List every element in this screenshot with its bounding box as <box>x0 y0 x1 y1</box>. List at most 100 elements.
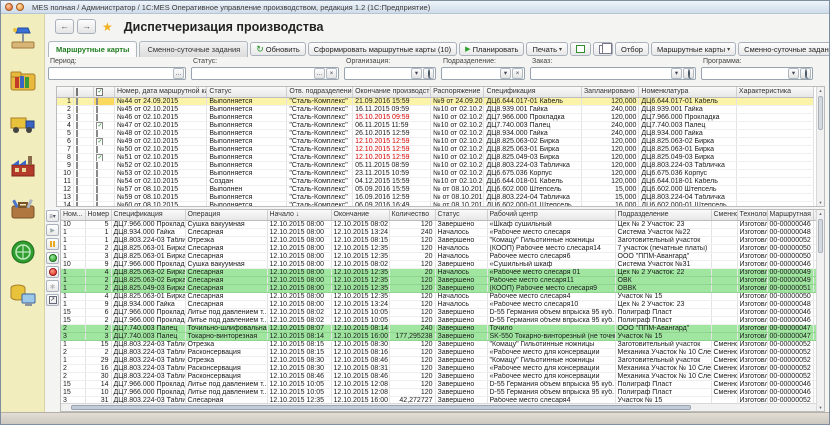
tech-process-cell[interactable]: Изготовлен... <box>737 244 767 252</box>
number-cell[interactable]: 1 <box>61 252 85 260</box>
status-cell[interactable]: Выполняется <box>207 145 287 153</box>
ellipsis-button[interactable]: ... <box>314 68 325 79</box>
specification-cell[interactable]: ДЦ8.825.063-01 Бирка <box>484 145 582 153</box>
checkbox-cell[interactable] <box>73 201 94 207</box>
table-row[interactable]: 22ДЦ7.740.003 ПалецТочильно-шлифовальная… <box>61 324 825 332</box>
specification-cell[interactable]: ДЦ7.966.000 Прокладка <box>111 380 185 388</box>
planned-qty-cell[interactable]: 120,000 <box>581 161 638 169</box>
department-cell[interactable]: Полиграф Пласт <box>615 308 711 316</box>
status-cell[interactable]: Выполняется <box>207 113 287 121</box>
column-header[interactable]: Распоряжение <box>431 87 484 97</box>
table-row[interactable]: 109ДЦ7.966.000 ПрокладкаСушка вакуумная1… <box>61 260 825 268</box>
start-cell[interactable]: 12.10.2015 08:00 <box>267 236 331 244</box>
planned-qty-cell[interactable]: 240,000 <box>581 129 638 137</box>
dropdown-button[interactable]: ▾ <box>500 68 511 79</box>
checkbox[interactable] <box>76 162 78 170</box>
tech-process-cell[interactable]: Изготовлен... <box>737 308 767 316</box>
department-cell[interactable]: "Сталь-Комплекс" <box>287 177 353 185</box>
op-number-cell[interactable]: 2 <box>85 284 111 292</box>
department-cell[interactable]: Цех № 2 Участок: 23 <box>615 220 711 228</box>
status-cell[interactable]: Выполняется <box>207 169 287 177</box>
qty-cell[interactable]: 120 <box>389 364 435 372</box>
settings-button[interactable]: ∗ <box>46 280 59 292</box>
planned-qty-cell[interactable]: 15,000 <box>581 193 638 201</box>
table-row[interactable]: 152ДЦ7.966.000 ПрокладкаЛитье под давлен… <box>61 316 825 324</box>
start-cell[interactable]: 12.10.2015 08:15 <box>267 348 331 356</box>
view-mode-button[interactable]: ≡▾ <box>46 210 59 222</box>
column-header[interactable]: Запланировано <box>581 87 638 97</box>
start-cell[interactable]: 12.10.2015 08:00 <box>267 268 331 276</box>
card-number-cell[interactable]: №57 от 08.10.2015 <box>114 185 206 193</box>
checkbox[interactable] <box>96 162 98 170</box>
planned-qty-cell[interactable]: 120,000 <box>581 177 638 185</box>
op-number-cell[interactable]: 2 <box>85 324 111 332</box>
organization-field-input[interactable]: ▾ <box>344 67 436 80</box>
start-cell[interactable]: 12.10.2015 08:02 <box>267 316 331 324</box>
order-cell[interactable]: №10 от 02.10.2015 <box>431 113 484 121</box>
shift-task-cell[interactable] <box>711 308 737 316</box>
department-cell[interactable]: Механика Участок № 10 Слесарный уча... <box>615 372 711 380</box>
characteristic-cell[interactable] <box>736 201 813 207</box>
end-cell[interactable]: 12.10.2015 12:35 <box>331 276 389 284</box>
back-button[interactable]: ← <box>55 19 74 34</box>
specification-cell[interactable]: ДЦ6.602.000 Штепсель <box>484 185 582 193</box>
number-cell[interactable]: 10 <box>61 260 85 268</box>
checkbox-cell[interactable]: ✓ <box>94 153 115 161</box>
characteristic-cell[interactable] <box>736 137 813 145</box>
row-number-cell[interactable]: 6 <box>57 137 73 145</box>
specification-cell[interactable]: ДЦ8.934.000 Гайка <box>111 228 185 236</box>
card-number-cell[interactable]: №46 от 02.10.2015 <box>114 113 206 121</box>
sidebar-item-tools[interactable] <box>7 194 39 224</box>
work-center-cell[interactable]: (КООП) Рабочее место слесаря14 <box>487 244 615 252</box>
tech-process-cell[interactable]: Изготовлен... <box>737 316 767 324</box>
status-cell[interactable]: Выполняется <box>207 129 287 137</box>
checkbox[interactable] <box>76 178 78 186</box>
specification-cell[interactable]: ДЦ8.803.224-04 Табличка <box>484 193 582 201</box>
department-cell[interactable]: "Сталь-Комплекс" <box>287 169 353 177</box>
specification-cell[interactable]: ДЦ8.825.063-01 Бирка <box>111 292 185 300</box>
checkbox-cell[interactable] <box>94 145 115 153</box>
production-end-cell[interactable]: 21.09.2016 15:59 <box>353 97 431 105</box>
row-number-cell[interactable]: 8 <box>57 153 73 161</box>
status-cell[interactable]: Началось <box>435 244 487 252</box>
specification-cell[interactable]: ДЦ8.803.224-03 Табличка <box>111 372 185 380</box>
number-cell[interactable]: 1 <box>61 268 85 276</box>
specification-cell[interactable]: ДЦ8.825.063-02 Бирка <box>111 276 185 284</box>
department-cell[interactable]: Участок № 15 <box>615 292 711 300</box>
checkbox-cell[interactable] <box>94 105 115 113</box>
nomenclature-cell[interactable]: ДЦ8.825.063-02 Бирка <box>639 137 737 145</box>
nomenclature-cell[interactable]: ДЦ8.803.224-03 Табличка <box>639 161 737 169</box>
work-center-cell[interactable]: (КООП) Рабочее место слесаря9 <box>487 284 615 292</box>
production-end-cell[interactable]: 15.10.2015 09:59 <box>353 113 431 121</box>
qty-cell[interactable]: 120 <box>389 292 435 300</box>
planned-qty-cell[interactable]: 16,000 <box>581 201 638 207</box>
work-center-cell[interactable]: "Комацу" Гильотинные ножницы <box>487 356 615 364</box>
shift-task-cell[interactable]: Сменно-сут... <box>711 380 737 388</box>
qty-cell[interactable]: 120 <box>389 316 435 324</box>
specification-cell[interactable]: ДЦ8.939.001 Гайка <box>484 105 582 113</box>
column-header[interactable]: Статус <box>207 87 287 97</box>
table-row[interactable]: 4✓№47 от 02.10.2015Выполняется"Сталь-Ком… <box>57 121 814 129</box>
order-cell[interactable]: №10 от 02.10.2015 <box>431 137 484 145</box>
shift-task-cell[interactable] <box>711 252 737 260</box>
tab-shift-daily-tasks[interactable]: Сменно-суточные задания <box>139 41 248 57</box>
department-cell[interactable]: ОВВК <box>615 284 711 292</box>
work-center-cell[interactable]: Рабочее место слесаря11 <box>487 276 615 284</box>
order-cell[interactable]: №10 от 02.10.2015 <box>431 161 484 169</box>
table-row[interactable]: 1№44 от 24.09.2015Выполняется"Сталь-Комп… <box>57 97 814 105</box>
work-center-cell[interactable]: D-55 Германия объем впрыска 95 куб. см. … <box>487 380 615 388</box>
start-cell[interactable]: 12.10.2015 08:15 <box>267 340 331 348</box>
checkbox[interactable] <box>96 106 98 114</box>
card-number-cell[interactable]: №45 от 02.10.2015 <box>114 105 206 113</box>
column-header[interactable]: Номенклатура <box>639 87 737 97</box>
route-card-cell[interactable]: 00-00000046 <box>767 220 813 228</box>
copy-button[interactable] <box>593 42 613 56</box>
characteristic-cell[interactable] <box>736 177 813 185</box>
card-number-cell[interactable]: №50 от 02.10.2015 <box>114 145 206 153</box>
shift-task-cell[interactable]: Сменно-сут... <box>711 388 737 396</box>
tech-process-cell[interactable]: Изготовлен... <box>737 356 767 364</box>
number-cell[interactable]: 15 <box>61 388 85 396</box>
department-cell[interactable]: "Сталь-Комплекс" <box>287 161 353 169</box>
checkbox[interactable] <box>96 186 98 194</box>
op-number-cell[interactable]: 4 <box>85 292 111 300</box>
